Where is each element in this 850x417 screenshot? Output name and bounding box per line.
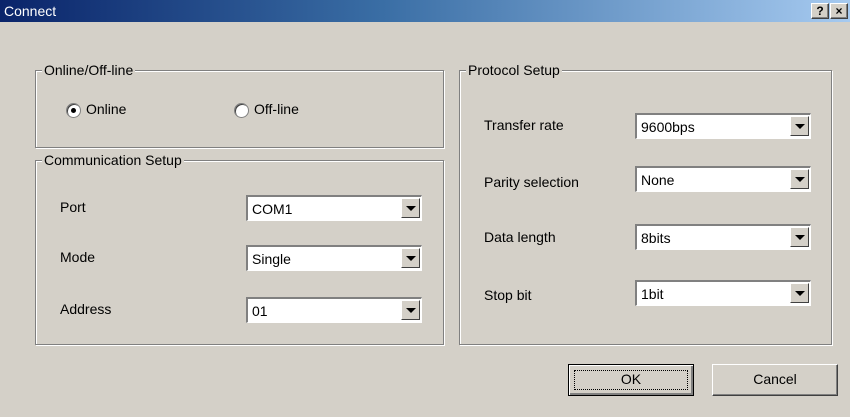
chevron-down-icon[interactable] — [790, 116, 809, 136]
mode-select[interactable]: Single — [246, 245, 422, 271]
transfer-rate-select[interactable]: 9600bps — [635, 113, 811, 139]
communication-setup-group: Communication Setup Port COM1 Mode Singl… — [35, 152, 444, 345]
mode-value: Single — [252, 251, 291, 267]
chevron-down-icon[interactable] — [790, 283, 809, 303]
address-select[interactable]: 01 — [246, 297, 422, 323]
radio-selected-dot — [71, 108, 76, 113]
data-length-value: 8bits — [641, 230, 671, 246]
chevron-down-icon[interactable] — [790, 169, 809, 189]
online-radio[interactable] — [66, 103, 81, 118]
port-value: COM1 — [252, 201, 293, 217]
protocol-setup-legend: Protocol Setup — [466, 62, 562, 78]
cancel-button-label: Cancel — [753, 371, 797, 387]
stop-bit-label: Stop bit — [484, 287, 532, 303]
data-length-label: Data length — [484, 229, 556, 245]
chevron-down-icon[interactable] — [401, 248, 420, 268]
transfer-rate-value: 9600bps — [641, 119, 695, 135]
title-bar[interactable]: Connect ? × — [0, 0, 850, 22]
stop-bit-select[interactable]: 1bit — [635, 280, 811, 306]
offline-label[interactable]: Off-line — [254, 101, 299, 117]
transfer-rate-label: Transfer rate — [484, 117, 564, 133]
address-label: Address — [60, 301, 112, 317]
communication-setup-legend: Communication Setup — [42, 152, 184, 168]
help-button[interactable]: ? — [811, 3, 829, 19]
stop-bit-value: 1bit — [641, 286, 664, 302]
parity-select[interactable]: None — [635, 166, 811, 192]
window-title: Connect — [4, 3, 57, 19]
focus-rectangle — [574, 370, 688, 390]
mode-label: Mode — [60, 249, 96, 265]
parity-value: None — [641, 172, 675, 188]
chevron-down-icon[interactable] — [401, 300, 420, 320]
ok-button[interactable]: OK — [568, 364, 694, 396]
online-offline-group: Online/Off-line Online Off-line — [35, 62, 444, 148]
chevron-down-icon[interactable] — [790, 227, 809, 247]
close-button[interactable]: × — [830, 3, 848, 19]
port-label: Port — [60, 199, 86, 215]
connect-dialog: Connect ? × Online/Off-line Online Off-l… — [0, 0, 850, 417]
cancel-button[interactable]: Cancel — [712, 364, 838, 396]
online-label[interactable]: Online — [86, 101, 126, 117]
online-offline-legend: Online/Off-line — [42, 62, 136, 78]
data-length-select[interactable]: 8bits — [635, 224, 811, 250]
address-value: 01 — [252, 303, 268, 319]
protocol-setup-group: Protocol Setup Transfer rate 9600bps Par… — [459, 62, 832, 345]
parity-selection-label: Parity selection — [484, 174, 579, 190]
chevron-down-icon[interactable] — [401, 198, 420, 218]
offline-radio[interactable] — [234, 103, 249, 118]
port-select[interactable]: COM1 — [246, 195, 422, 221]
